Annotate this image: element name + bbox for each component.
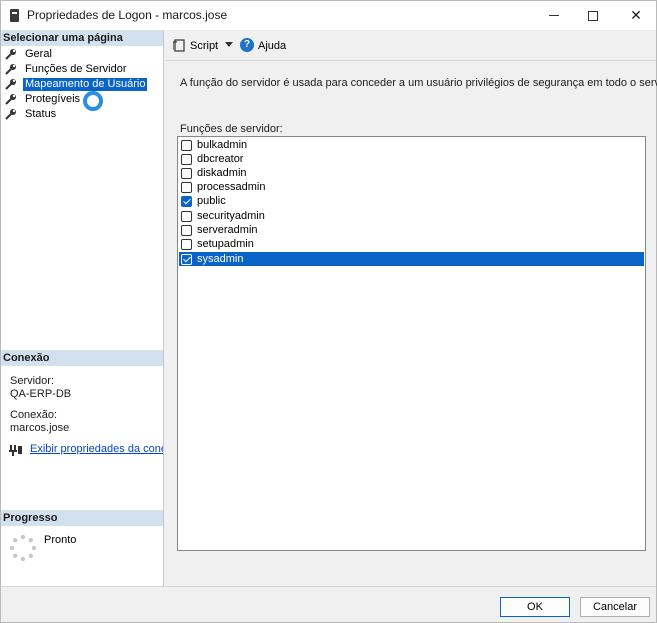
view-connection-properties-link[interactable]: Exibir propriedades da conexão — [30, 443, 163, 455]
script-icon[interactable] — [172, 39, 186, 52]
wrench-icon — [5, 48, 17, 60]
role-row-sysadmin[interactable]: sysadmin — [179, 252, 644, 266]
script-dropdown-icon[interactable] — [225, 42, 233, 47]
progress-spinner-icon — [9, 534, 37, 562]
role-checkbox[interactable] — [181, 224, 192, 236]
maximize-button[interactable] — [570, 1, 616, 30]
wrench-icon — [5, 78, 17, 90]
role-row-bulkadmin[interactable]: bulkadmin — [179, 138, 644, 152]
sidebar-item-mapeamento-usuario[interactable]: Mapeamento de Usuário — [5, 77, 148, 91]
role-row-processadmin[interactable]: processadmin — [179, 180, 644, 194]
role-name: dbcreator — [197, 152, 244, 165]
title-bar: Propriedades de Logon - marcos.jose ✕ — [1, 1, 656, 30]
server-value: QA-ERP-DB — [10, 388, 72, 400]
mouse-cursor-indicator — [83, 91, 103, 111]
role-checkbox[interactable] — [181, 195, 192, 207]
sidebar-item-label: Funções de Servidor — [25, 62, 127, 75]
connection-header: Conexão — [1, 350, 163, 366]
maximize-icon — [588, 10, 598, 21]
sidebar-item-label: Mapeamento de Usuário — [23, 77, 148, 91]
sidebar-item-label: Protegíveis — [25, 92, 81, 105]
ok-button[interactable]: OK — [500, 597, 570, 617]
server-roles-list[interactable]: bulkadmin dbcreator diskadmin processadm… — [177, 136, 646, 551]
connection-label: Conexão: — [10, 409, 58, 421]
role-checkbox[interactable] — [181, 153, 192, 165]
help-button[interactable]: Ajuda — [258, 40, 286, 52]
role-checkbox[interactable] — [181, 253, 192, 265]
connection-value: marcos.jose — [10, 422, 70, 434]
role-row-dbcreator[interactable]: dbcreator — [179, 152, 644, 166]
role-row-diskadmin[interactable]: diskadmin — [179, 166, 644, 180]
role-checkbox[interactable] — [181, 238, 192, 250]
role-name: sysadmin — [197, 252, 244, 265]
connection-properties-icon — [9, 444, 23, 456]
role-name: serveradmin — [197, 223, 258, 236]
role-checkbox[interactable] — [181, 181, 192, 193]
page-description: A função do servidor é usada para conced… — [180, 77, 657, 89]
role-checkbox[interactable] — [181, 139, 192, 151]
app-icon — [10, 9, 19, 22]
role-row-serveradmin[interactable]: serveradmin — [179, 223, 644, 237]
sidebar-item-protegiveis[interactable]: Protegíveis — [5, 92, 82, 106]
role-name: processadmin — [197, 180, 266, 193]
cancel-button[interactable]: Cancelar — [580, 597, 650, 617]
sidebar-item-label: Status — [25, 107, 57, 120]
left-panel: Selecionar uma página Geral Funções de S… — [1, 30, 164, 586]
server-roles-label: Funções de servidor: — [180, 123, 283, 135]
role-name: securityadmin — [197, 209, 265, 222]
button-bar: OK Cancelar — [1, 586, 656, 622]
progress-header: Progresso — [1, 510, 163, 526]
role-checkbox[interactable] — [181, 167, 192, 179]
minimize-icon — [549, 15, 559, 16]
select-page-header: Selecionar uma página — [1, 30, 163, 46]
help-icon[interactable]: ? — [240, 38, 254, 52]
role-row-public[interactable]: public — [179, 194, 644, 208]
toolbar: Script ? Ajuda — [165, 30, 656, 61]
sidebar-item-label: Geral — [25, 47, 52, 60]
close-icon: ✕ — [630, 7, 642, 23]
window-title: Propriedades de Logon - marcos.jose — [27, 8, 228, 22]
role-name: diskadmin — [197, 166, 247, 179]
role-checkbox[interactable] — [181, 210, 192, 222]
role-name: public — [197, 194, 226, 207]
role-name: setupadmin — [197, 237, 254, 250]
role-row-setupadmin[interactable]: setupadmin — [179, 237, 644, 251]
role-name: bulkadmin — [197, 138, 248, 151]
progress-status: Pronto — [44, 534, 77, 546]
sidebar-item-geral[interactable]: Geral — [5, 47, 54, 61]
server-label: Servidor: — [10, 375, 55, 387]
sidebar-item-status[interactable]: Status — [5, 107, 58, 121]
sidebar-item-funcoes-servidor[interactable]: Funções de Servidor — [5, 62, 129, 76]
script-button[interactable]: Script — [190, 40, 218, 52]
logon-properties-dialog: Propriedades de Logon - marcos.jose ✕ Se… — [0, 0, 657, 623]
role-row-securityadmin[interactable]: securityadmin — [179, 209, 644, 223]
wrench-icon — [5, 108, 17, 120]
close-button[interactable]: ✕ — [613, 1, 657, 30]
wrench-icon — [5, 63, 17, 75]
main-content: A função do servidor é usada para conced… — [165, 61, 657, 586]
wrench-icon — [5, 93, 17, 105]
